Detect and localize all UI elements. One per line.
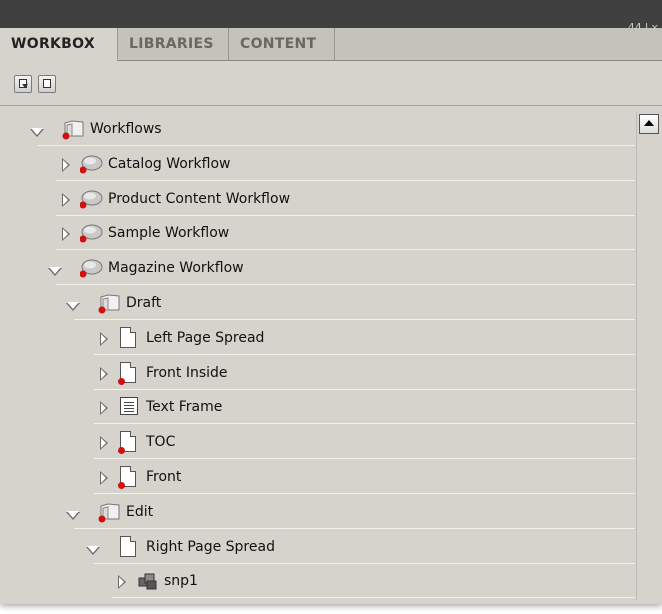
tree-row[interactable]: Edit	[20, 495, 635, 529]
collapse-arrow-icon[interactable]	[66, 302, 80, 311]
workflow-tree: Workflows Catalog Workflow Product Content…	[20, 112, 635, 600]
tree-item-label: Draft	[126, 295, 162, 311]
tree-item-label: TOC	[146, 434, 176, 451]
tree-item-label: Sample Workflow	[108, 225, 230, 242]
tab-workbox[interactable]: WORKBOX	[0, 28, 118, 61]
tab-bar: WORKBOX LIBRARIES CONTENT ▾☰	[0, 28, 662, 77]
import-button[interactable]	[14, 75, 32, 93]
tree-row[interactable]: TOC	[20, 425, 635, 460]
arrow-up-icon	[644, 120, 654, 126]
tree-item-label: Front	[146, 469, 182, 485]
tree-row[interactable]: Text Frame	[20, 390, 635, 425]
tree-item-label: Right Page Spread	[146, 538, 275, 555]
tree-item-label: snp1	[164, 573, 198, 590]
collapse-arrow-icon[interactable]	[86, 545, 100, 555]
page-icon	[118, 466, 140, 489]
expand-arrow-icon[interactable]	[100, 471, 108, 485]
tree-row[interactable]: Product Content Workflow	[20, 182, 635, 216]
tree-item-label: Front Inside	[146, 364, 228, 381]
tree-item-label: Text Frame	[146, 399, 223, 416]
expand-arrow-icon[interactable]	[62, 157, 70, 172]
workflows-folder-icon	[62, 118, 84, 140]
tree-item-label: Edit	[126, 503, 154, 520]
tree-row[interactable]: Draft	[20, 286, 635, 320]
tree-item-label: Magazine Workflow	[108, 260, 244, 277]
expand-arrow-icon[interactable]	[100, 436, 108, 451]
collapse-arrow-icon[interactable]	[30, 128, 44, 137]
expand-arrow-icon[interactable]	[62, 227, 70, 242]
snippet-icon	[136, 570, 158, 592]
tree-row[interactable]: Front	[20, 460, 635, 494]
stage-folder-icon	[98, 292, 120, 314]
collapse-arrow-icon[interactable]	[66, 510, 80, 520]
vertical-scrollbar[interactable]	[636, 112, 661, 600]
workflow-icon	[79, 257, 103, 279]
workflow-icon	[79, 188, 103, 210]
page-icon	[118, 361, 140, 385]
expand-arrow-icon[interactable]	[100, 401, 108, 416]
tree-row[interactable]: Right Page Spread	[20, 530, 635, 564]
page-icon	[118, 431, 140, 455]
expand-arrow-icon[interactable]	[100, 366, 108, 381]
expand-arrow-icon[interactable]	[62, 192, 70, 207]
export-button[interactable]	[38, 75, 56, 93]
panel-titlebar: 44|x	[0, 0, 662, 33]
scroll-up-button[interactable]	[639, 114, 659, 134]
expand-arrow-icon[interactable]	[118, 575, 126, 590]
tree-row[interactable]: Front Inside	[20, 356, 635, 390]
tree-item-label: Product Content Workflow	[108, 190, 291, 207]
tree-row[interactable]: Left Page Spread	[20, 321, 635, 355]
tree-item-label: Catalog Workflow	[108, 155, 231, 172]
workflow-icon	[79, 153, 103, 175]
tree-row[interactable]: Magazine Workflow	[20, 251, 635, 286]
page-icon	[118, 326, 140, 349]
collapse-arrow-icon[interactable]	[48, 267, 62, 277]
tab-content[interactable]: CONTENT	[229, 28, 335, 60]
tree-row[interactable]: Workflows	[20, 112, 635, 146]
workflow-icon	[79, 222, 103, 244]
tab-libraries[interactable]: LIBRARIES	[118, 28, 229, 60]
tree-row[interactable]: Catalog Workflow	[20, 147, 635, 181]
text-frame-icon	[118, 396, 140, 418]
tree-row[interactable]: Sample Workflow	[20, 216, 635, 251]
stage-folder-icon	[98, 501, 120, 523]
toolbar	[0, 61, 662, 106]
page-icon	[118, 535, 140, 558]
expand-arrow-icon[interactable]	[100, 331, 108, 346]
tree-item-label: Left Page Spread	[146, 329, 265, 346]
tree-item-label: Workflows	[90, 121, 162, 137]
row-separator	[112, 597, 635, 599]
workbox-panel: 44|x WORKBOX LIBRARIES CONTENT ▾☰ Workfl…	[0, 0, 662, 604]
tree-row[interactable]: snp1	[20, 564, 635, 599]
export-icon	[43, 79, 51, 88]
